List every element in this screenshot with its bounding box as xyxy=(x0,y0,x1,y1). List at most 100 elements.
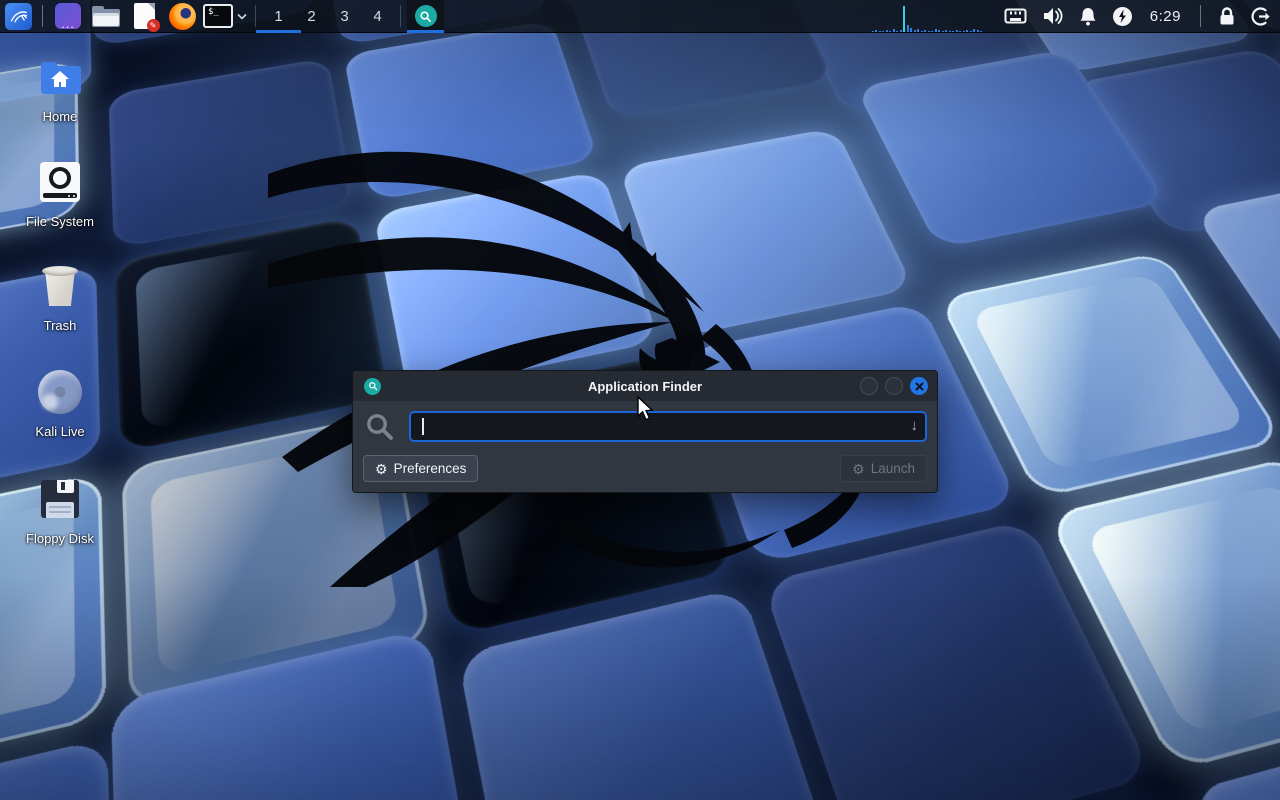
cpu-graph-monitor[interactable] xyxy=(872,0,986,33)
panel-separator xyxy=(42,5,43,27)
lock-icon xyxy=(1218,6,1236,26)
workspace-label: 4 xyxy=(373,8,381,25)
cpu-graph-bar xyxy=(963,31,965,32)
desktop-icon-floppy-disk[interactable]: Floppy Disk xyxy=(12,476,108,546)
cpu-graph-bar xyxy=(938,30,940,32)
trash-can-icon xyxy=(12,263,108,309)
wallpaper-cube xyxy=(108,58,354,249)
workspace-button-2[interactable]: 2 xyxy=(295,0,328,33)
cpu-graph-bar xyxy=(900,30,902,32)
app-finder-launcher-button[interactable] xyxy=(407,0,444,33)
window-title: Application Finder xyxy=(353,379,937,394)
launcher-app-window[interactable]: ... xyxy=(49,0,87,33)
cpu-graph-bar xyxy=(977,30,979,32)
bell-icon xyxy=(1079,7,1097,26)
top-panel: ... ✎ $_ 1 2 3 4 xyxy=(0,0,1280,33)
desktop-icon-label: Kali Live xyxy=(12,424,108,439)
search-icon xyxy=(364,411,395,442)
wallpaper-cube xyxy=(762,519,1154,800)
cpu-graph-bar xyxy=(882,31,884,32)
cpu-graph-bar xyxy=(980,31,982,32)
launcher-text-editor[interactable]: ✎ xyxy=(125,0,163,33)
cpu-graph-bar xyxy=(896,31,898,32)
cpu-graph-bar xyxy=(910,28,912,32)
cpu-graph-bar xyxy=(921,31,923,32)
workspace-label: 2 xyxy=(307,8,315,25)
file-manager-icon xyxy=(92,6,120,27)
cpu-graph-bar xyxy=(970,31,972,32)
home-folder-icon xyxy=(12,54,108,100)
gear-icon: ⚙ xyxy=(375,462,388,476)
workspace-button-4[interactable]: 4 xyxy=(361,0,394,33)
network-tray-button[interactable] xyxy=(1004,0,1027,33)
cpu-graph-bar xyxy=(886,30,888,32)
cpu-graph-bar xyxy=(917,29,919,32)
wallpaper-cube xyxy=(855,49,1168,249)
cpu-graph-bar xyxy=(966,30,968,32)
window-titlebar[interactable]: Application Finder xyxy=(353,371,937,401)
logout-button[interactable] xyxy=(1251,0,1272,33)
desktop-icon-home[interactable]: Home xyxy=(12,54,108,124)
close-button[interactable] xyxy=(910,377,928,395)
wallpaper-cube xyxy=(373,171,659,394)
workspace-button-3[interactable]: 3 xyxy=(328,0,361,33)
cpu-graph-bar xyxy=(931,31,933,32)
logout-icon xyxy=(1251,6,1272,27)
cpu-graph-bar xyxy=(907,25,909,32)
launcher-firefox[interactable] xyxy=(163,0,201,33)
app-finder-icon xyxy=(415,5,437,27)
dropdown-arrow-icon[interactable]: ↓ xyxy=(911,417,919,434)
cpu-graph-bar xyxy=(935,29,937,32)
minimize-button[interactable] xyxy=(860,377,878,395)
cpu-graph-bar xyxy=(956,30,958,32)
cpu-graph-bar xyxy=(879,31,881,32)
text-caret xyxy=(422,418,424,435)
preferences-button[interactable]: ⚙ Preferences xyxy=(363,455,478,482)
power-manager-tray-button[interactable] xyxy=(1112,0,1133,33)
cpu-graph-bar xyxy=(942,31,944,32)
preferences-button-label: Preferences xyxy=(394,461,467,476)
optical-disc-icon xyxy=(12,369,108,415)
launch-gear-icon: ⚙ xyxy=(852,462,865,476)
desktop-icon-kali-live[interactable]: Kali Live xyxy=(12,369,108,439)
workspace-label: 1 xyxy=(274,8,282,25)
wallpaper-cube xyxy=(111,628,482,800)
launcher-terminal[interactable]: $_ xyxy=(201,0,249,33)
cpu-graph-bar xyxy=(893,29,895,32)
volume-tray-button[interactable] xyxy=(1042,0,1064,33)
firefox-icon xyxy=(169,3,196,30)
floppy-disk-icon xyxy=(12,476,108,522)
workspace-button-1[interactable]: 1 xyxy=(262,0,295,33)
cpu-graph-bar xyxy=(889,31,891,32)
kali-menu-button[interactable] xyxy=(0,0,36,33)
desktop-icon-label: Home xyxy=(12,109,108,124)
kali-logo-icon xyxy=(5,3,32,30)
cpu-graph-bar xyxy=(928,31,930,32)
notifications-tray-button[interactable] xyxy=(1079,0,1097,33)
workspace-label: 3 xyxy=(340,8,348,25)
desktop-icon-label: Floppy Disk xyxy=(12,531,108,546)
close-icon xyxy=(915,382,924,391)
cpu-graph-bar xyxy=(959,31,961,32)
clock[interactable]: 6:29 xyxy=(1148,0,1183,33)
chevron-down-icon[interactable] xyxy=(237,13,247,20)
launcher-file-manager[interactable] xyxy=(87,0,125,33)
desktop-icon-trash[interactable]: Trash xyxy=(12,263,108,333)
lock-screen-button[interactable] xyxy=(1218,0,1236,33)
volume-icon xyxy=(1042,7,1064,25)
launch-button[interactable]: ⚙ Launch xyxy=(840,455,927,482)
power-manager-icon xyxy=(1112,6,1133,27)
desktop-icon-file-system[interactable]: File System xyxy=(12,159,108,229)
text-editor-icon: ✎ xyxy=(134,3,155,29)
cpu-graph-bar xyxy=(973,29,975,32)
maximize-button[interactable] xyxy=(885,377,903,395)
wallpaper-cube xyxy=(619,127,915,337)
cpu-graph-bar xyxy=(924,30,926,32)
cpu-graph-bar xyxy=(872,31,874,32)
network-icon xyxy=(1004,8,1027,25)
panel-separator xyxy=(255,5,256,27)
wallpaper-cube xyxy=(1047,456,1280,771)
cpu-graph-bar xyxy=(914,30,916,32)
launch-button-label: Launch xyxy=(871,461,915,476)
search-input[interactable] xyxy=(409,411,927,442)
